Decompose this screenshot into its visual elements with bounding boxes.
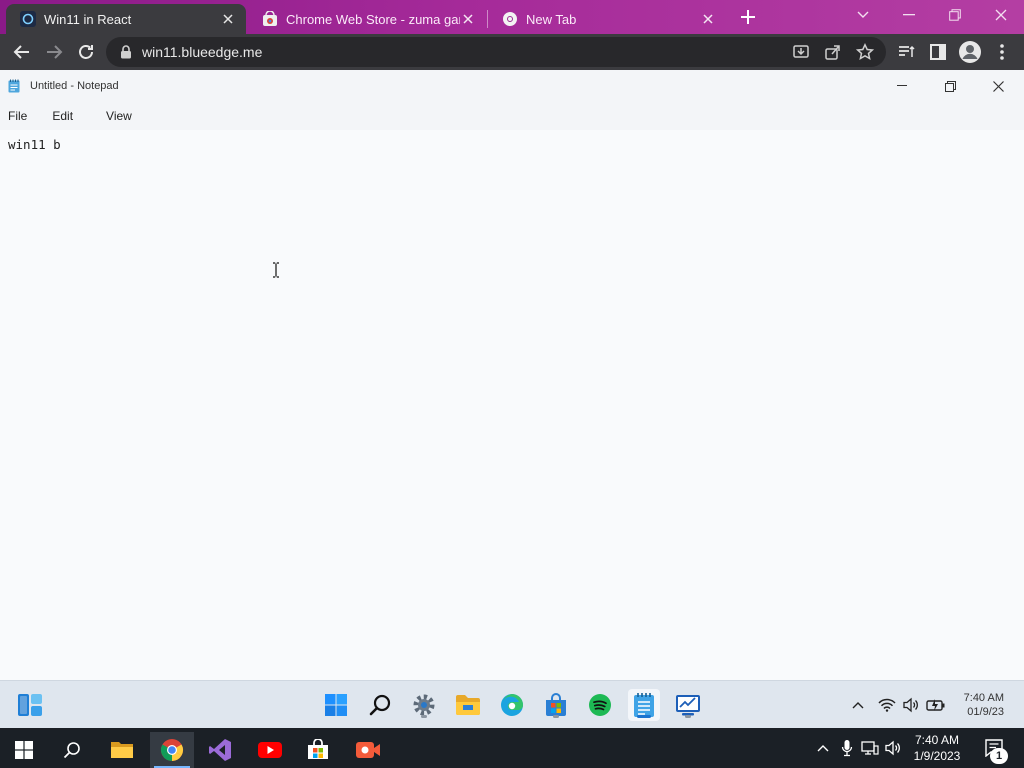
tab-new-tab[interactable]: New Tab (488, 4, 726, 34)
notepad-close-button[interactable] (978, 75, 1018, 97)
store-icon[interactable] (296, 732, 340, 768)
menu-file[interactable]: File (0, 106, 27, 126)
network-icon[interactable] (861, 738, 879, 758)
host-date: 1/9/2023 (913, 749, 961, 763)
bookmark-star-icon[interactable] (856, 43, 874, 61)
reload-button[interactable] (76, 42, 96, 62)
file-explorer-icon[interactable] (452, 689, 484, 721)
edge-icon[interactable] (496, 689, 528, 721)
url-text: win11.blueedge.me (142, 44, 263, 60)
notepad-icon[interactable] (628, 689, 660, 721)
browser-tab-strip: Win11 in React Chrome Web Store - zuma g… (0, 0, 1024, 34)
volume-icon[interactable] (884, 738, 902, 758)
close-tab-icon[interactable] (220, 11, 236, 27)
side-panel-icon[interactable] (928, 42, 948, 62)
close-tab-icon[interactable] (700, 11, 716, 27)
running-indicator (421, 715, 427, 718)
restore-button[interactable] (932, 0, 978, 30)
search-icon[interactable] (364, 689, 396, 721)
host-clock[interactable]: 7:40 AM 1/9/2023 (904, 732, 970, 764)
microphone-icon[interactable] (838, 738, 856, 758)
running-indicator (553, 715, 559, 718)
close-window-button[interactable] (978, 0, 1024, 30)
youtube-icon[interactable] (248, 732, 292, 768)
visual-studio-icon[interactable] (198, 732, 242, 768)
spotify-icon[interactable] (584, 689, 616, 721)
notepad-app-icon (8, 79, 20, 93)
chrome-menu-icon[interactable] (992, 42, 1012, 62)
file-explorer-icon[interactable] (100, 732, 144, 768)
volume-icon[interactable] (901, 695, 921, 715)
start-icon[interactable] (320, 689, 352, 721)
tab-title: New Tab (526, 11, 577, 27)
editor-content: win11 b (8, 137, 61, 152)
text-cursor-icon (271, 262, 281, 278)
screen-recorder-icon[interactable] (346, 732, 390, 768)
host-taskbar: 7:40 AM 1/9/2023 1 (0, 728, 1024, 768)
search-icon[interactable] (50, 732, 94, 768)
widgets-icon[interactable] (14, 689, 46, 721)
running-indicator (685, 715, 691, 718)
install-app-icon[interactable] (792, 43, 810, 61)
menu-view[interactable]: View (98, 106, 132, 126)
win11-taskbar: 7:40 AM 01/9/23 (0, 680, 1024, 728)
menu-edit[interactable]: Edit (44, 106, 73, 126)
notepad-window: Untitled - Notepad File Edit View win11 … (0, 70, 1024, 680)
win11-clock[interactable]: 7:40 AM 01/9/23 (952, 691, 1004, 719)
new-tab-button[interactable] (737, 6, 759, 28)
back-button[interactable] (12, 42, 32, 62)
forward-button[interactable] (44, 42, 64, 62)
address-bar[interactable]: win11.blueedge.me (106, 37, 886, 67)
reading-list-icon[interactable] (896, 42, 916, 62)
notepad-minimize-button[interactable] (882, 75, 922, 97)
notification-count-badge: 1 (990, 748, 1008, 764)
tab-title: Win11 in React (44, 11, 132, 27)
chrome-icon[interactable] (150, 732, 194, 768)
browser-toolbar: win11.blueedge.me (0, 34, 1024, 70)
win11-date: 01/9/23 (967, 706, 1004, 718)
minimize-button[interactable] (886, 0, 932, 30)
show-hidden-icons-icon[interactable] (848, 695, 868, 715)
tab-win11-in-react[interactable]: Win11 in React (6, 4, 246, 34)
close-tab-icon[interactable] (460, 11, 476, 27)
profile-avatar-icon[interactable] (958, 40, 982, 64)
chrome-web-store-icon (262, 11, 278, 27)
win11-time: 7:40 AM (963, 692, 1004, 704)
battery-icon[interactable] (926, 695, 946, 715)
settings-icon[interactable] (408, 689, 440, 721)
notepad-editor[interactable]: win11 b (0, 130, 1024, 680)
win11-favicon (20, 11, 36, 27)
store-icon[interactable] (540, 689, 572, 721)
windows-start-icon[interactable] (2, 732, 46, 768)
whiteboard-icon[interactable] (672, 689, 704, 721)
lock-icon[interactable] (120, 45, 132, 59)
notepad-maximize-button[interactable] (930, 75, 970, 97)
tab-chrome-web-store[interactable]: Chrome Web Store - zuma game (248, 4, 486, 34)
active-indicator (637, 715, 651, 718)
share-icon[interactable] (824, 43, 842, 61)
tab-search-button[interactable] (840, 0, 886, 30)
notepad-menubar: File Edit View (0, 106, 149, 126)
notepad-title: Untitled - Notepad (30, 80, 119, 92)
tab-title: Chrome Web Store - zuma game (286, 11, 460, 27)
chrome-icon (502, 11, 518, 27)
host-time: 7:40 AM (914, 733, 960, 747)
show-hidden-icons-icon[interactable] (814, 738, 832, 758)
wifi-icon[interactable] (877, 695, 897, 715)
